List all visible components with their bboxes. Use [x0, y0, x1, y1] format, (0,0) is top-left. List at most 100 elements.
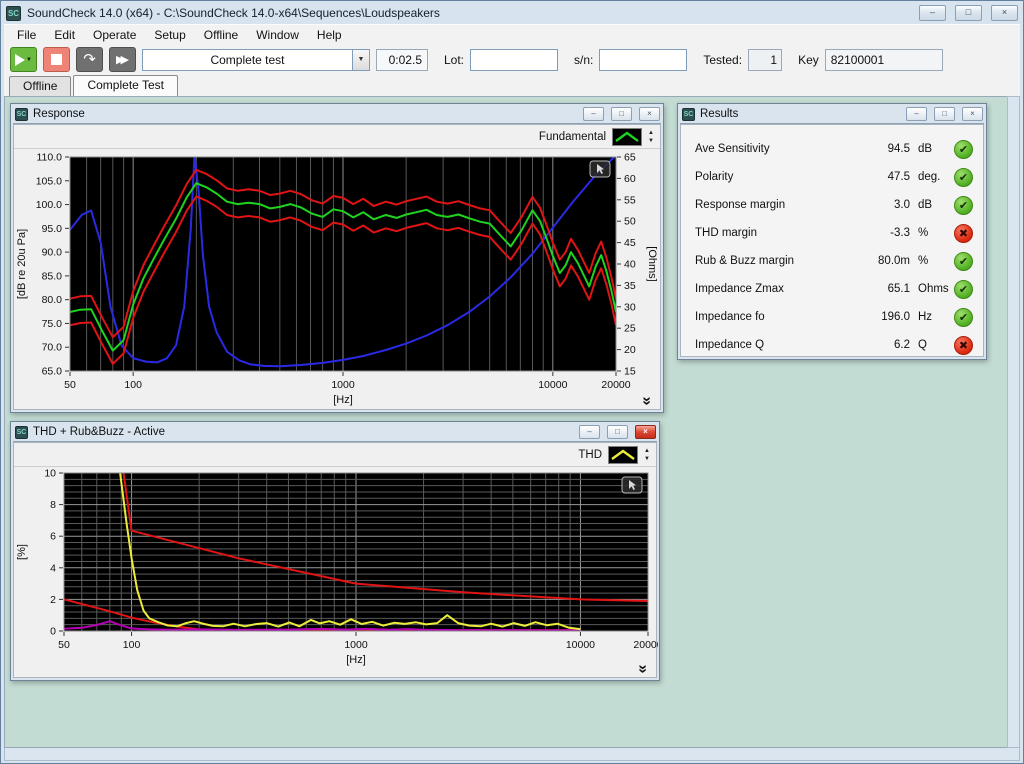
expand-double-chevron-icon[interactable]: » — [634, 665, 652, 672]
close-icon[interactable]: × — [635, 425, 656, 439]
response-window: SC Response – □ × Fundamental ▲ ▼ — [10, 103, 664, 413]
minimize-icon[interactable]: – — [919, 5, 946, 21]
tab-complete-test[interactable]: Complete Test — [73, 75, 177, 96]
thd-curve-icon[interactable] — [608, 446, 638, 464]
fail-x-icon: ✖ — [954, 336, 973, 355]
result-value: 196.0 — [858, 311, 910, 323]
run-sequence-button[interactable]: ▼ — [10, 47, 37, 72]
svg-text:70.0: 70.0 — [42, 342, 63, 354]
svg-text:85.0: 85.0 — [42, 270, 63, 282]
mdi-workspace: SC Response – □ × Fundamental ▲ ▼ — [4, 96, 1007, 748]
spin-up-icon[interactable]: ▲ — [644, 448, 650, 454]
restore-icon[interactable]: □ — [611, 107, 632, 121]
menu-item-edit[interactable]: Edit — [45, 26, 84, 44]
expand-double-chevron-icon[interactable]: » — [638, 397, 656, 404]
svg-text:75.0: 75.0 — [42, 318, 63, 330]
y-axis-right-label: [Ohms] — [646, 246, 658, 281]
restore-icon[interactable]: □ — [955, 5, 982, 21]
fast-forward-icon: ▶▶ — [116, 53, 129, 66]
menu-item-file[interactable]: File — [8, 26, 45, 44]
svg-text:0: 0 — [50, 626, 56, 638]
svg-text:90.0: 90.0 — [42, 247, 63, 259]
results-window-titlebar[interactable]: SC Results – □ × — [680, 106, 984, 124]
result-unit: % — [910, 255, 950, 267]
result-label: Response margin — [695, 199, 858, 211]
pass-check-icon: ✔ — [954, 308, 973, 327]
svg-text:15: 15 — [624, 366, 636, 378]
stop-button[interactable] — [43, 47, 70, 72]
results-window-title: Results — [700, 108, 899, 120]
fundamental-curve-icon[interactable] — [612, 128, 642, 146]
thd-window-titlebar[interactable]: SC THD + Rub&Buzz - Active – □ × — [13, 424, 657, 442]
result-unit: Q — [910, 339, 950, 351]
svg-text:30: 30 — [624, 301, 636, 313]
response-window-titlebar[interactable]: SC Response – □ × — [13, 106, 661, 124]
result-row-polarity: Polarity47.5deg.✔ — [681, 163, 983, 191]
response-legend-label: Fundamental — [539, 131, 606, 143]
restore-icon[interactable]: □ — [607, 425, 628, 439]
pass-check-icon: ✔ — [954, 252, 973, 271]
tab-offline[interactable]: Offline — [9, 76, 71, 96]
restore-icon[interactable]: □ — [934, 107, 955, 121]
result-value: 6.2 — [858, 339, 910, 351]
chevron-down-icon[interactable]: ▼ — [352, 50, 369, 70]
minimize-icon[interactable]: – — [906, 107, 927, 121]
svg-text:80.0: 80.0 — [42, 294, 63, 306]
result-label: Polarity — [695, 171, 858, 183]
repeat-button[interactable]: ↷ — [76, 47, 103, 72]
menu-item-window[interactable]: Window — [247, 26, 308, 44]
legend-spinner[interactable]: ▲ ▼ — [644, 448, 650, 462]
minimize-icon[interactable]: – — [579, 425, 600, 439]
menu-item-help[interactable]: Help — [308, 26, 351, 44]
svg-text:1000: 1000 — [331, 379, 355, 391]
minimize-icon[interactable]: – — [583, 107, 604, 121]
result-unit: deg. — [910, 171, 950, 183]
menu-item-operate[interactable]: Operate — [84, 26, 145, 44]
menu-item-setup[interactable]: Setup — [145, 26, 194, 44]
fast-forward-button[interactable]: ▶▶ — [109, 47, 136, 72]
spin-up-icon[interactable]: ▲ — [648, 130, 654, 136]
sn-input[interactable] — [599, 49, 687, 71]
svg-text:65.0: 65.0 — [42, 366, 63, 378]
x-axis-label: [Hz] — [346, 654, 366, 666]
app-icon: SC — [6, 6, 21, 21]
result-label: Rub & Buzz margin — [695, 255, 858, 267]
thd-window-title: THD + Rub&Buzz - Active — [33, 426, 572, 438]
workspace-horizontal-scrollbar[interactable] — [4, 748, 1020, 761]
sequence-select[interactable]: Complete test ▼ — [142, 49, 370, 71]
lot-input[interactable] — [470, 49, 558, 71]
result-value: -3.3 — [858, 227, 910, 239]
repeat-icon: ↷ — [83, 52, 96, 67]
plot-tool-icon[interactable] — [622, 477, 642, 493]
spin-down-icon[interactable]: ▼ — [648, 138, 654, 144]
workspace-vertical-scrollbar[interactable] — [1007, 96, 1020, 748]
svg-text:65: 65 — [624, 152, 636, 164]
svg-text:50: 50 — [64, 379, 76, 391]
result-row-impedance-fo: Impedance fo196.0Hz✔ — [681, 303, 983, 331]
close-icon[interactable]: × — [962, 107, 983, 121]
plot-tool-icon[interactable] — [590, 161, 610, 177]
menu-item-offline[interactable]: Offline — [195, 26, 247, 44]
sn-label: s/n: — [574, 53, 593, 67]
y-axis-left-label: [dB re 20u Pa] — [16, 229, 28, 299]
result-unit: Ohms — [910, 283, 950, 295]
result-label: Impedance Zmax — [695, 283, 858, 295]
svg-text:100: 100 — [123, 639, 141, 651]
result-value: 47.5 — [858, 171, 910, 183]
legend-spinner[interactable]: ▲ ▼ — [648, 130, 654, 144]
svg-text:6: 6 — [50, 531, 56, 543]
tested-count: 1 — [748, 49, 782, 71]
x-axis-label: [Hz] — [333, 394, 353, 406]
result-label: Impedance Q — [695, 339, 858, 351]
result-value: 94.5 — [858, 143, 910, 155]
results-list: Ave Sensitivity94.5dB✔Polarity47.5deg.✔R… — [681, 125, 983, 359]
svg-text:25: 25 — [624, 323, 636, 335]
title-bar: SC SoundCheck 14.0 (x64) - C:\SoundCheck… — [4, 2, 1020, 24]
close-icon[interactable]: × — [639, 107, 660, 121]
svg-text:4: 4 — [50, 562, 56, 574]
close-icon[interactable]: × — [991, 5, 1018, 21]
app-icon: SC — [682, 108, 695, 121]
svg-text:20000: 20000 — [633, 639, 658, 651]
spin-down-icon[interactable]: ▼ — [644, 456, 650, 462]
result-value: 80.0m — [858, 255, 910, 267]
